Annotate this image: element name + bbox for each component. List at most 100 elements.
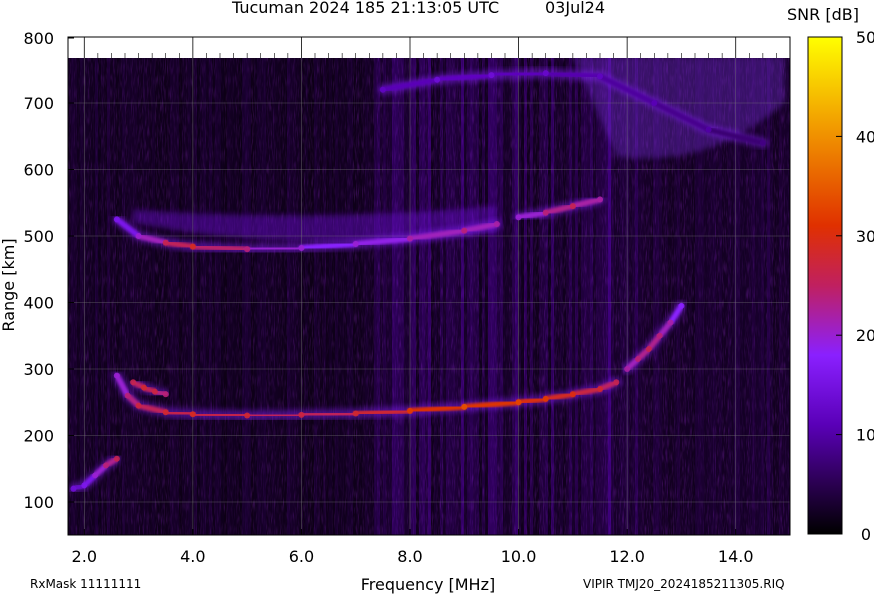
noise-column — [779, 58, 782, 535]
noise-column — [278, 58, 281, 535]
noise-column — [578, 58, 581, 535]
noise-column — [320, 58, 323, 535]
trace-point — [597, 385, 603, 392]
noise-column — [464, 58, 467, 535]
noise-column — [326, 58, 329, 535]
noise-column — [785, 58, 788, 535]
noise-column — [140, 58, 143, 535]
trace-point — [678, 302, 685, 309]
noise-column — [599, 58, 602, 535]
noise-column — [536, 58, 539, 535]
noise-column — [224, 58, 227, 535]
noise-column — [392, 58, 395, 535]
colorbar — [807, 36, 843, 535]
noise-column — [164, 58, 167, 535]
noise-column — [398, 58, 401, 535]
noise-column — [71, 58, 74, 535]
noise-column — [287, 58, 290, 535]
noise-column — [425, 58, 428, 535]
trace-segment — [190, 243, 250, 253]
noise-column — [551, 58, 554, 535]
trace-point — [113, 372, 120, 379]
noise-column — [497, 58, 500, 535]
noise-column — [380, 58, 383, 535]
noise-column — [449, 58, 452, 535]
noise-column — [158, 58, 161, 535]
noise-column — [434, 58, 437, 535]
noise-column — [200, 58, 203, 535]
x-axis-label: Frequency [MHz] — [361, 575, 495, 594]
y-tick-label: 400 — [23, 294, 54, 313]
noise-column — [191, 58, 194, 535]
trace-point — [597, 73, 603, 80]
noise-column — [758, 58, 761, 535]
noise-column — [515, 58, 518, 535]
trace-segment — [542, 70, 603, 80]
noise-column — [566, 58, 569, 535]
noise-column — [428, 58, 431, 535]
x-tick-label: 8.0 — [397, 547, 422, 566]
noise-column — [413, 58, 416, 535]
noise-column — [314, 58, 317, 535]
noise-column — [233, 58, 236, 535]
noise-column — [446, 58, 449, 535]
noise-column — [89, 58, 92, 535]
noise-column — [182, 58, 185, 535]
noise-column — [137, 58, 140, 535]
noise-column — [248, 58, 251, 535]
noise-column — [323, 58, 326, 535]
noise-column — [203, 58, 206, 535]
trace-point — [298, 411, 305, 418]
noise-column — [596, 58, 599, 535]
noise-column — [452, 58, 455, 535]
noise-column — [230, 58, 233, 535]
noise-column — [776, 58, 779, 535]
trace-point — [645, 346, 652, 353]
noise-column — [482, 58, 485, 535]
noise-column — [254, 58, 257, 535]
noise-column — [302, 58, 305, 535]
noise-column — [305, 58, 308, 535]
noise-column — [587, 58, 590, 535]
noise-column — [479, 58, 482, 535]
noise-column — [239, 58, 242, 535]
x-tick-label: 6.0 — [289, 547, 314, 566]
noise-column — [470, 58, 473, 535]
trace-point — [624, 366, 631, 372]
ionogram-chart: Tucuman 2024 185 21:13:05 UTC 03Jul24 2.… — [0, 0, 874, 594]
x-tick-label: 2.0 — [72, 547, 97, 566]
noise-column — [335, 58, 338, 535]
noise-column — [341, 58, 344, 535]
noise-column — [263, 58, 266, 535]
trace-segment — [488, 70, 549, 78]
noise-column — [782, 58, 785, 535]
noise-column — [212, 58, 215, 535]
y-tick-label: 500 — [23, 227, 54, 246]
trace-point — [130, 379, 137, 386]
noise-column — [602, 58, 605, 535]
noise-column — [539, 58, 542, 535]
trace-point — [135, 402, 142, 409]
noise-column — [491, 58, 494, 535]
noise-column — [755, 58, 758, 535]
noise-column — [416, 58, 419, 535]
noise-column — [257, 58, 260, 535]
noise-column — [236, 58, 239, 535]
noise-column — [197, 58, 200, 535]
noise-column — [560, 58, 563, 535]
file-label: VIPIR TMJ20_2024185211305.RIQ — [583, 577, 785, 591]
colorbar-tick-label: 0 — [861, 525, 871, 544]
noise-column — [371, 58, 374, 535]
noise-column — [74, 58, 77, 535]
x-tick-label: 14.0 — [718, 547, 754, 566]
noise-column — [581, 58, 584, 535]
noise-column — [401, 58, 404, 535]
noise-column — [242, 58, 245, 535]
trace-point — [542, 70, 549, 77]
colorbar-tick-label: 10 — [856, 426, 874, 445]
trace-point — [515, 399, 522, 406]
noise-column — [542, 58, 545, 535]
noise-column — [383, 58, 386, 535]
trace-point — [352, 410, 359, 417]
noise-column — [344, 58, 347, 535]
